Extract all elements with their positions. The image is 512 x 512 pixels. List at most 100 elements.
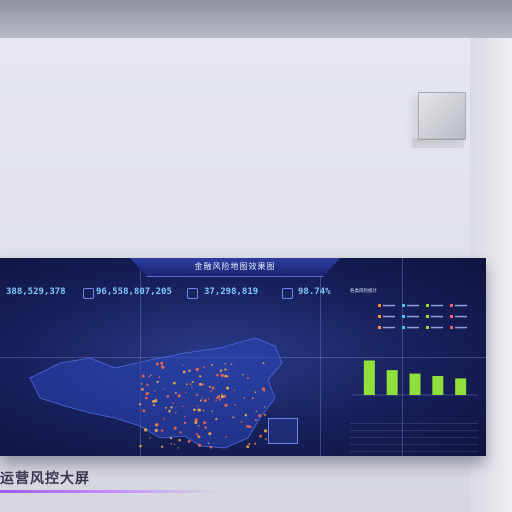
map-dot (166, 395, 170, 398)
map-dot (215, 399, 217, 402)
legend-swatch (402, 304, 405, 307)
map-dot (244, 414, 248, 417)
risk-table (350, 417, 478, 452)
legend-label-line (455, 304, 467, 307)
legend-swatch (402, 326, 405, 329)
map-dot (185, 392, 187, 394)
map-dot (172, 402, 174, 405)
bar (386, 370, 398, 395)
map-dot (141, 388, 144, 391)
map-dot (203, 399, 207, 403)
map-dot (147, 392, 150, 395)
map-dot (247, 425, 250, 428)
map-dot (224, 436, 227, 438)
map-dot (154, 428, 158, 433)
map-dot (191, 380, 194, 384)
table-row (350, 424, 478, 431)
map-dot (160, 361, 164, 365)
map-dot (262, 362, 265, 365)
kpi-1: 388,529,378 (6, 286, 66, 297)
legend-swatch (378, 304, 381, 307)
device-shadow (412, 138, 464, 148)
map-dot (163, 418, 165, 420)
map-dot (251, 397, 254, 400)
kpi-value: 388,529,378 (6, 287, 66, 297)
map-dot (184, 415, 186, 418)
legend-label-line (383, 315, 395, 318)
legend-dots (378, 304, 467, 329)
map-dot (187, 439, 191, 443)
map-dot (168, 409, 171, 413)
map-dot (254, 419, 257, 422)
map-dot (188, 369, 191, 372)
map-dot (211, 410, 214, 412)
map-dot (211, 386, 215, 390)
map-dot (163, 388, 165, 390)
map-dot (233, 389, 235, 391)
map-dot (218, 394, 221, 397)
map-dot (210, 390, 212, 392)
risk-legend-grid (378, 304, 467, 329)
kpi-icon (83, 288, 94, 299)
map-dot (224, 363, 226, 365)
map-dot (165, 406, 167, 409)
table-row (350, 431, 478, 438)
map-dot (174, 443, 176, 445)
legend-swatch (450, 315, 453, 318)
kpi-value: 37,298,819 (204, 287, 259, 297)
map-dot (240, 421, 243, 423)
bar (363, 360, 375, 395)
map-dot (177, 394, 181, 398)
map-dot (261, 387, 265, 391)
kpi-value: 98.74% (298, 287, 331, 297)
table-header (350, 417, 478, 424)
panel-title-risk: 各类风险统计 (350, 289, 377, 294)
mini-map-box (268, 418, 298, 444)
map-dot (194, 418, 198, 422)
map-dot (155, 362, 159, 366)
map-dot (221, 393, 223, 396)
legend-swatch (450, 304, 453, 307)
map-dot (199, 399, 203, 402)
map-dot (224, 374, 227, 378)
kpi-2: 96,558,807,205 (96, 286, 172, 297)
legend-swatch (378, 326, 381, 329)
map-dot (255, 410, 257, 413)
map-dot (161, 445, 164, 448)
map-dot (234, 403, 237, 406)
bars (363, 360, 467, 395)
map-dot (265, 438, 267, 440)
risk-bar-chart (352, 360, 478, 396)
map-dot (173, 426, 177, 430)
map-dot (197, 408, 201, 412)
kpi-value: 96,558,807,205 (96, 287, 172, 297)
map-dot (259, 434, 262, 438)
map-dot (241, 373, 244, 376)
legend-label-line (407, 326, 419, 329)
map-dot (208, 385, 211, 388)
map-dot (161, 365, 163, 367)
map-dot (189, 383, 192, 386)
map-dot (209, 445, 213, 449)
map-dot (196, 409, 199, 411)
caption-underline (0, 490, 220, 493)
map-dot (174, 392, 177, 394)
map-dot (172, 381, 176, 385)
map-dot (148, 376, 150, 378)
map-dot (156, 380, 159, 384)
legend-label-line (455, 315, 467, 318)
map-dot (224, 368, 227, 371)
map-dot (230, 363, 233, 365)
legend-swatch (402, 315, 405, 318)
map-dot (246, 377, 249, 380)
map-dot (264, 413, 266, 416)
map-dot (138, 403, 142, 406)
map-dot (142, 409, 146, 413)
map-dot (193, 408, 196, 412)
ceiling (0, 0, 512, 38)
map-dot (143, 428, 148, 432)
bar (455, 378, 467, 395)
map-dot (204, 426, 207, 429)
map-dot (220, 395, 224, 399)
kpi-icon (282, 288, 293, 299)
